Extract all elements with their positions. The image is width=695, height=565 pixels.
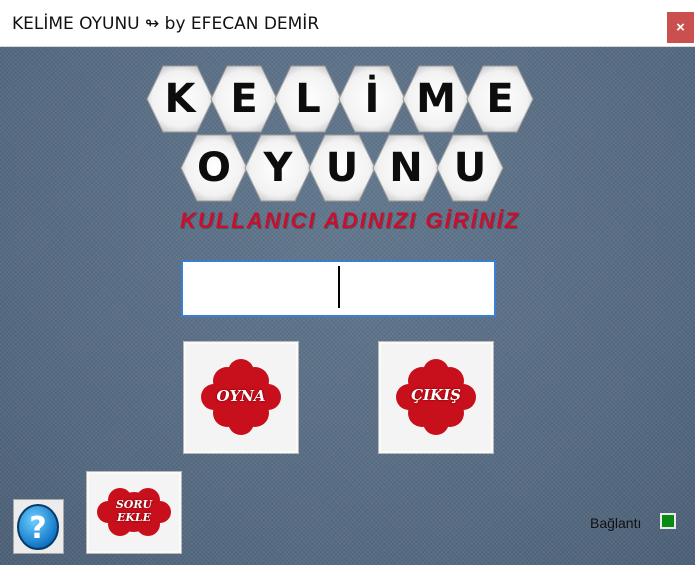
logo-tile: K	[146, 64, 214, 134]
connection-label: Bağlantı	[590, 515, 642, 531]
exit-button[interactable]: ÇIKIŞ	[378, 341, 494, 454]
connection-indicator	[660, 513, 676, 529]
text-caret	[338, 266, 340, 308]
help-button[interactable]: ?	[13, 499, 64, 554]
logo-row-2: O Y U N U	[180, 133, 504, 203]
logo-letter: O	[196, 145, 231, 191]
title-bar: KELİME OYUNU ↬ by EFECAN DEMİR ×	[0, 0, 695, 47]
logo-tile: İ	[338, 64, 406, 134]
logo-letter: E	[486, 76, 514, 122]
add-question-button[interactable]: SORU EKLE	[86, 471, 182, 554]
logo-letter: N	[389, 145, 423, 191]
logo-letter: İ	[364, 76, 380, 122]
app-window: KELİME OYUNU ↬ by EFECAN DEMİR × K E L İ…	[0, 0, 695, 565]
logo-letter: L	[295, 76, 321, 122]
logo-letter: E	[230, 76, 258, 122]
logo-tile: Y	[244, 133, 312, 203]
logo-letter: Y	[263, 145, 293, 191]
logo-letter: K	[164, 76, 196, 122]
logo-letter: U	[325, 145, 359, 191]
logo-letter: M	[416, 76, 456, 122]
add-question-label-line1: SORU	[115, 498, 153, 511]
logo-tile: U	[436, 133, 504, 203]
logo-row-1: K E L İ M E	[146, 64, 534, 134]
add-question-label-line2: EKLE	[116, 511, 152, 524]
logo-tile: L	[274, 64, 342, 134]
window-title: KELİME OYUNU ↬ by EFECAN DEMİR	[12, 14, 320, 34]
username-prompt: KULLANICI ADINIZI GİRİNİZ	[179, 208, 521, 233]
play-button[interactable]: OYNA	[183, 341, 299, 454]
svg-text:?: ?	[29, 511, 46, 546]
logo-tile: N	[372, 133, 440, 203]
play-button-label: OYNA	[216, 387, 266, 405]
main-panel: K E L İ M E O Y U N U KULLANICI ADINIZI …	[0, 47, 695, 565]
logo-tile: M	[402, 64, 470, 134]
exit-button-label: ÇIKIŞ	[411, 386, 461, 404]
logo-tile: O	[180, 133, 248, 203]
logo-tile: E	[210, 64, 278, 134]
close-button[interactable]: ×	[667, 12, 694, 43]
logo-tile: U	[308, 133, 376, 203]
question-mark-icon: ?	[17, 504, 59, 550]
logo-tile: E	[466, 64, 534, 134]
logo-letter: U	[453, 145, 487, 191]
